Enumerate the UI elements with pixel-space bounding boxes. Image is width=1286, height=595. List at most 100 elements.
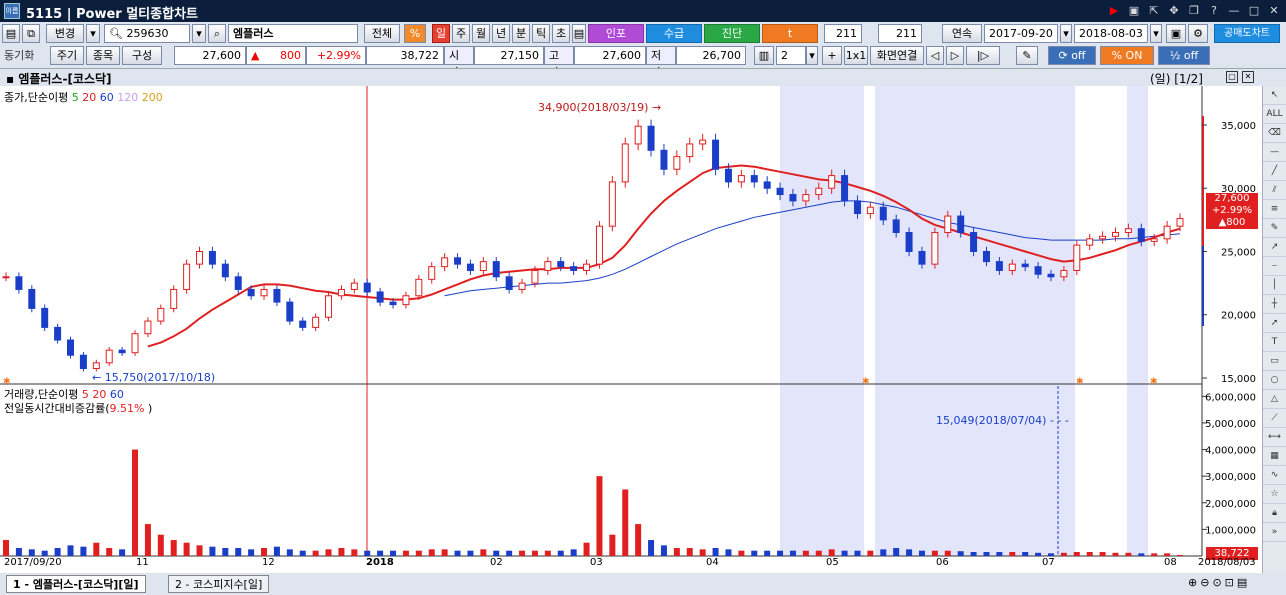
event-marker[interactable]: ✱ (1076, 377, 1084, 387)
item-button[interactable]: 종목 (86, 46, 120, 65)
zoom-reset-icon[interactable]: ▤ (1237, 576, 1247, 589)
screen-link-button[interactable]: 화면연결 (870, 46, 924, 65)
candle-body (660, 149, 668, 170)
tool-cross-icon[interactable]: ┼ (1263, 295, 1286, 314)
link-icon[interactable]: ⇱ (1146, 3, 1162, 19)
percent-toggle-icon[interactable]: % (404, 24, 426, 43)
tool-ray-icon[interactable]: ↗ (1263, 238, 1286, 257)
tab-chart-2[interactable]: 2 - 코스피지수[일] (168, 575, 270, 593)
tool-trend-icon[interactable]: ╱ (1263, 162, 1286, 181)
volume-bar (80, 546, 87, 556)
jump-icon[interactable]: |▷ (966, 46, 1000, 65)
all-button[interactable]: 전체 (364, 24, 400, 43)
tool-channel-icon[interactable]: ⫽ (1263, 181, 1286, 200)
date-to-dropdown-icon[interactable]: ▾ (1150, 24, 1162, 43)
tool-all-icon[interactable]: ALL (1263, 105, 1286, 124)
prev-icon[interactable]: ◁ (926, 46, 944, 65)
toggle-1[interactable]: ⟳ off (1048, 46, 1096, 65)
tab-chart-1[interactable]: 1 - 엠플러스-[코스닥][일] (6, 575, 146, 593)
continuous-button[interactable]: 연속 (942, 24, 982, 43)
period-month-button[interactable]: 월 (472, 24, 490, 43)
layout-1x1-button[interactable]: 1x1 (844, 46, 868, 65)
tool-hline-icon[interactable]: ⎯ (1263, 257, 1286, 276)
tool-fan-icon[interactable]: ⟋ (1263, 409, 1286, 428)
tool-fib-icon[interactable]: ≡ (1263, 200, 1286, 219)
date-to-input[interactable]: 2018-08-03 (1074, 24, 1148, 43)
layout-dropdown-icon[interactable]: ▾ (806, 46, 818, 65)
help-icon[interactable]: ? (1206, 3, 1222, 19)
pen-icon[interactable]: ✎ (1016, 46, 1038, 65)
zoom-range-icon[interactable]: ⊡ (1225, 576, 1234, 589)
toggle-fraction[interactable]: ½ off (1158, 46, 1210, 65)
period-tick-button[interactable]: 틱 (532, 24, 550, 43)
copy-icon[interactable]: ⧉ (22, 24, 40, 43)
settings-icon[interactable]: ⚙ (1188, 24, 1208, 43)
price-volume-chart[interactable]: 35,00030,00025,00020,00015,0006,000,0005… (0, 86, 1262, 573)
layout-count[interactable]: 2 (776, 46, 806, 65)
change-dropdown-icon[interactable]: ▾ (86, 24, 100, 43)
tool-star-icon[interactable]: ☆ (1263, 485, 1286, 504)
tool-box-icon[interactable]: ▭ (1263, 352, 1286, 371)
tool-arrow-icon[interactable]: ➚ (1263, 314, 1286, 333)
maximize-icon[interactable]: □ (1246, 3, 1262, 19)
config-button[interactable]: 구성 (122, 46, 162, 65)
supply-button[interactable]: 수급 (646, 24, 702, 43)
event-marker[interactable]: ✱ (1150, 377, 1158, 387)
price-legend: 종가,단순이평 5 20 60 120 200 (4, 89, 163, 105)
chart-close-icon[interactable]: ✕ (1242, 71, 1254, 83)
toggle-percent-state: ON (1125, 49, 1143, 62)
count-input-2[interactable]: 211 (878, 24, 922, 43)
zoom-in-icon[interactable]: ⊕ (1188, 576, 1197, 589)
bookmark-icon[interactable]: ▣ (1126, 3, 1142, 19)
tool-text-icon[interactable]: T (1263, 333, 1286, 352)
period-second-button[interactable]: 초 (552, 24, 570, 43)
volume-bar (106, 548, 113, 556)
period-minute-button[interactable]: 분 (512, 24, 530, 43)
minimize-icon[interactable]: — (1226, 3, 1242, 19)
count-input-1[interactable]: 211 (824, 24, 862, 43)
tool-more-icon[interactable]: » (1263, 523, 1286, 542)
next-icon[interactable]: ▷ (946, 46, 964, 65)
tool-lock-icon[interactable]: 🔒︎ (1263, 504, 1286, 523)
tool-circle-icon[interactable]: ○ (1263, 371, 1286, 390)
tool-measure-icon[interactable]: ⟷ (1263, 428, 1286, 447)
date-from-dropdown-icon[interactable]: ▾ (1060, 24, 1072, 43)
short-sell-chart-button[interactable]: 공매도차트 (1214, 24, 1280, 43)
toggle-percent[interactable]: % ON (1100, 46, 1154, 65)
save-icon[interactable]: ▣ (1166, 24, 1186, 43)
zoom-out-icon[interactable]: ⊖ (1200, 576, 1209, 589)
candle-body (724, 168, 732, 183)
screen-icon[interactable]: ▤ (2, 24, 20, 43)
event-marker[interactable]: ✱ (862, 377, 870, 387)
layout-icon[interactable]: ▥ (754, 46, 774, 65)
restore-icon[interactable]: ❐ (1186, 3, 1202, 19)
zoom-in-icon[interactable]: + (822, 46, 842, 65)
close-icon[interactable]: ✕ (1266, 3, 1282, 19)
diagnose-button[interactable]: 진단 (704, 24, 760, 43)
tool-vline-icon[interactable]: │ (1263, 276, 1286, 295)
tool-triangle-icon[interactable]: △ (1263, 390, 1286, 409)
tool-eraser-icon[interactable]: ⌫ (1263, 124, 1286, 143)
t-button[interactable]: t (762, 24, 818, 43)
tool-grid-icon[interactable]: ▦ (1263, 447, 1286, 466)
period-extra-button[interactable]: ▤ (572, 24, 586, 43)
zoom-fit-icon[interactable]: ⊙ (1212, 576, 1221, 589)
code-dropdown-icon[interactable]: ▾ (192, 24, 206, 43)
period-week-button[interactable]: 주 (452, 24, 470, 43)
change-button[interactable]: 변경 (46, 24, 84, 43)
chart-restore-icon[interactable]: ▢ (1226, 71, 1238, 83)
date-from-input[interactable]: 2017-09-20 (984, 24, 1058, 43)
lookup-icon[interactable]: ⌕ (208, 24, 226, 43)
tool-wave-icon[interactable]: ∿ (1263, 466, 1286, 485)
period-year-button[interactable]: 년 (492, 24, 510, 43)
tool-cursor-icon[interactable]: ↖ (1263, 86, 1286, 105)
stock-code-input[interactable]: 🔍︎ 259630 (104, 24, 190, 43)
period-day-button[interactable]: 일 (432, 24, 450, 43)
period-button[interactable]: 주기 (50, 46, 84, 65)
info-button[interactable]: 인포 (588, 24, 644, 43)
tool-pen-icon[interactable]: ✎ (1263, 219, 1286, 238)
stock-name-field: 엠플러스 (228, 24, 358, 43)
tool-line-icon[interactable]: — (1263, 143, 1286, 162)
arrange-icon[interactable]: ✥ (1166, 3, 1182, 19)
play-icon[interactable]: ▶ (1106, 3, 1122, 19)
